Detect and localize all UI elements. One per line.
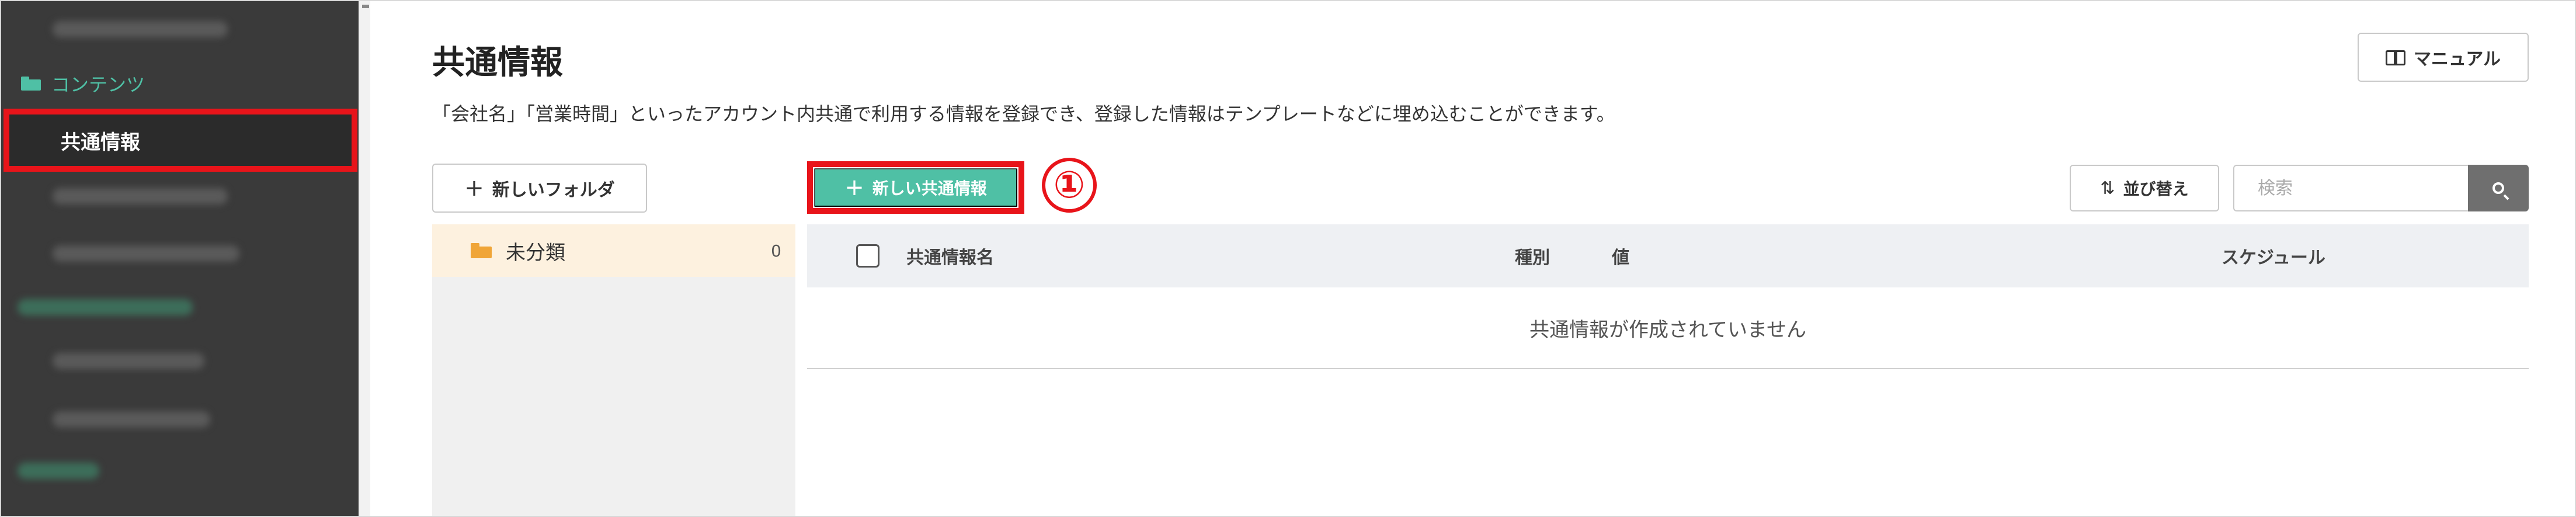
step-callout-number: ① — [1042, 158, 1097, 213]
sidebar-item-blurred[interactable] — [53, 411, 210, 428]
sort-label: 並び替え — [2123, 179, 2189, 199]
folder-icon — [21, 77, 41, 91]
column-header-type[interactable]: 種別 — [1515, 224, 1550, 287]
new-common-info-button[interactable]: + 新しい共通情報 — [814, 168, 1017, 207]
folder-panel: 未分類 0 — [432, 224, 795, 517]
folder-name: 未分類 — [506, 241, 565, 265]
new-folder-button[interactable]: + 新しいフォルダ — [432, 164, 647, 213]
sidebar-section-blurred[interactable] — [18, 463, 99, 479]
search-icon — [2492, 182, 2504, 194]
column-header-value[interactable]: 値 — [1612, 224, 1629, 287]
sidebar: コンテンツ 共通情報 — [0, 0, 359, 517]
sidebar-section-contents[interactable]: コンテンツ — [21, 69, 145, 98]
manual-button-label: マニュアル — [2413, 49, 2501, 70]
sort-button[interactable]: ⇅ 並び替え — [2070, 165, 2219, 211]
manual-button[interactable]: マニュアル — [2358, 33, 2529, 82]
sidebar-item-label: 共通情報 — [61, 130, 140, 154]
new-common-info-label: 新しい共通情報 — [872, 179, 987, 198]
sort-arrows-icon: ⇅ — [2100, 178, 2115, 199]
sidebar-item-common-info[interactable]: 共通情報 — [4, 109, 357, 172]
sidebar-section-label: コンテンツ — [51, 74, 145, 96]
folder-icon — [471, 243, 492, 258]
sidebar-scrollbar[interactable] — [359, 0, 370, 517]
plus-icon: + — [844, 174, 864, 201]
search-input[interactable] — [2233, 165, 2469, 211]
divider — [807, 368, 2529, 369]
sidebar-item-blurred[interactable] — [53, 245, 239, 262]
search-button[interactable] — [2468, 165, 2529, 211]
new-folder-label: 新しいフォルダ — [492, 180, 615, 200]
plus-icon: + — [464, 175, 484, 202]
select-all-checkbox[interactable] — [856, 244, 879, 268]
empty-state-message: 共通情報が作成されていません — [1529, 318, 1806, 342]
sidebar-item-blurred[interactable] — [53, 21, 228, 37]
sidebar-item-blurred[interactable] — [53, 353, 204, 369]
sidebar-section-blurred[interactable] — [18, 299, 193, 315]
page-title: 共通情報 — [432, 44, 563, 82]
sidebar-item-blurred[interactable] — [53, 188, 228, 204]
column-header-name[interactable]: 共通情報名 — [906, 224, 994, 287]
folder-count: 0 — [771, 241, 781, 261]
book-icon — [2385, 50, 2405, 65]
folder-item-uncategorized[interactable]: 未分類 0 — [432, 224, 795, 277]
table-header: 共通情報名 種別 値 スケジュール — [807, 224, 2529, 287]
page-description: 「会社名」「営業時間」といったアカウント内共通で利用する情報を登録でき、登録した… — [432, 103, 1615, 125]
column-header-schedule[interactable]: スケジュール — [2222, 224, 2325, 287]
